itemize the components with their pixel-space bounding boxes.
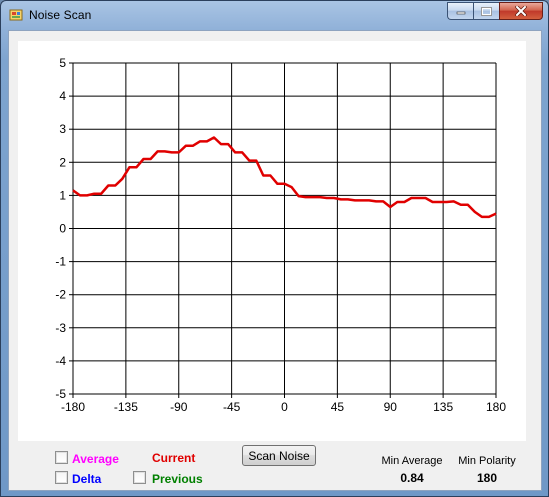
delta-label: Delta	[72, 472, 102, 486]
caption-buttons	[447, 2, 543, 20]
y-tick-label: -1	[55, 255, 66, 269]
x-tick-label: 90	[384, 400, 398, 414]
noise-scan-window: Noise Scan -180 -135 -90 -45 0 45 90 135…	[0, 0, 549, 497]
x-tick-label: 45	[331, 400, 345, 414]
y-tick-label: -5	[55, 387, 66, 401]
x-tick-label: 180	[486, 400, 506, 414]
current-label: Current	[152, 451, 196, 465]
scan-noise-button[interactable]: Scan Noise	[242, 445, 316, 466]
title-bar[interactable]: Noise Scan	[1, 1, 548, 29]
client-area: -180 -135 -90 -45 0 45 90 135 180 5 4 3 2 1 0 -1 -2 -3 -4 -…	[8, 30, 542, 491]
minimize-icon	[456, 11, 465, 15]
min-average-value: 0.84	[400, 471, 424, 485]
minimize-button[interactable]	[447, 2, 473, 20]
y-tick-label: 0	[59, 222, 66, 236]
y-tick-label: 5	[59, 56, 66, 70]
delta-checkbox[interactable]	[55, 471, 68, 484]
x-tick-label: -90	[170, 400, 188, 414]
noise-chart: -180 -135 -90 -45 0 45 90 135 180 5 4 3 2 1 0 -1 -2 -3 -4 -…	[18, 41, 526, 441]
previous-checkbox[interactable]	[133, 471, 146, 484]
min-polarity-label: Min Polarity	[458, 455, 516, 467]
y-tick-label: -4	[55, 354, 66, 368]
y-tick-label: 1	[59, 188, 66, 202]
min-average-label: Min Average	[381, 455, 443, 467]
x-tick-label: 0	[281, 400, 288, 414]
x-tick-label: -135	[114, 400, 138, 414]
x-tick-label: 135	[433, 400, 453, 414]
noise-chart-plot: -180 -135 -90 -45 0 45 90 135 180 5 4 3 2 1 0 -1 -2 -3 -4 -…	[55, 56, 506, 414]
x-tick-label: -45	[223, 400, 241, 414]
close-button[interactable]	[499, 2, 543, 20]
previous-label: Previous	[152, 472, 203, 486]
maximize-button[interactable]	[473, 2, 499, 20]
close-icon	[515, 6, 527, 16]
x-tick-label: -180	[61, 400, 85, 414]
maximize-icon	[481, 6, 492, 16]
y-tick-label: 2	[59, 155, 66, 169]
y-tick-label: -2	[55, 288, 66, 302]
average-checkbox[interactable]	[55, 451, 68, 464]
y-tick-label: 3	[59, 122, 66, 136]
window-title: Noise Scan	[29, 8, 92, 22]
app-icon	[9, 9, 23, 21]
average-label: Average	[72, 452, 119, 466]
y-tick-label: -3	[55, 321, 66, 335]
y-tick-label: 4	[59, 89, 66, 103]
min-polarity-value: 180	[476, 471, 498, 485]
